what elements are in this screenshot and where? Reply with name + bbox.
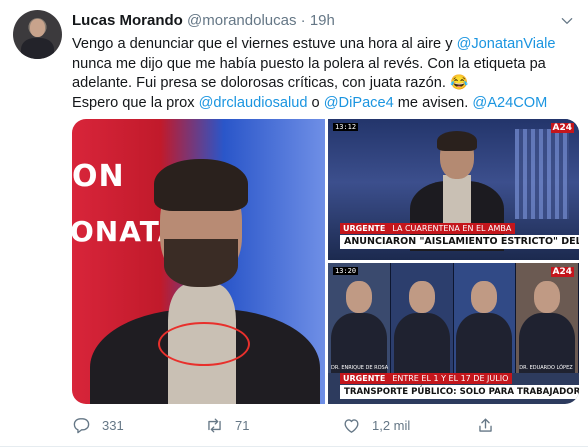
separator-dot: · (300, 12, 306, 29)
guest-head-shape (534, 281, 561, 313)
tweet-timestamp[interactable]: 19h (310, 12, 335, 29)
studio-panel (515, 129, 569, 219)
guest-torso-shape (330, 313, 387, 373)
split-screen-panels: DR. ENRIQUE DE ROSA DR. EDUARDO LÓPEZ (328, 263, 579, 373)
guest-head-shape (345, 281, 372, 313)
presenter-turtleneck-shape (443, 175, 471, 225)
presenter-figure (90, 159, 320, 404)
annotation-circle (158, 322, 250, 366)
guest-caption-right: DR. EDUARDO LÓPEZ (519, 365, 573, 371)
host-head-shape (408, 281, 435, 313)
like-icon (344, 418, 359, 433)
avatar-body-shape (21, 38, 54, 59)
guest-caption-left: DR. ENRIQUE DE ROSA (331, 365, 389, 371)
tweet-actions: 331 71 1,2 mil (72, 414, 542, 436)
reply-count: 331 (102, 417, 124, 433)
tweet-text-segment: Espero que la prox (72, 94, 199, 111)
like-button[interactable]: 1,2 mil (342, 414, 410, 436)
media-image-3[interactable]: DR. ENRIQUE DE ROSA DR. EDUARDO LÓPEZ 13… (328, 263, 579, 404)
panel-guest-right: DR. EDUARDO LÓPEZ (516, 263, 579, 373)
media-image-2[interactable]: 13:12 A24 URGENTE LA CUARENTENA EN EL AMB… (328, 119, 579, 260)
reply-button[interactable]: 331 (72, 414, 124, 436)
media-image-1[interactable]: ON ONATAN (72, 119, 325, 404)
tweet-text-segment: nunca me dijo que me había puesto la pol… (72, 55, 546, 72)
lower-third-headline: ANUNCIARON "AISLAMIENTO ESTRICTO" DEL 1 … (340, 235, 579, 249)
mention-link[interactable]: @JonatanViale (457, 36, 556, 52)
media-grid[interactable]: ON ONATAN 13:12 A24 URGENTE LA CUARENTEN… (72, 119, 579, 404)
broadcast-clock: 13:12 (333, 123, 359, 131)
retweet-count: 71 (235, 417, 250, 433)
reply-icon (73, 417, 90, 433)
lower-third-subtitle: LA CUARENTENA EN EL AMBA (388, 223, 516, 234)
guest-torso-shape (519, 313, 576, 373)
share-button[interactable] (476, 414, 495, 436)
author-handle[interactable]: @morandolucas (187, 12, 296, 29)
like-count: 1,2 mil (372, 417, 411, 433)
lower-third-headline: TRANSPORTE PÚBLICO: SOLO PARA TRABAJADOR… (340, 385, 579, 399)
mention-link[interactable]: @drclaudiosalud (199, 95, 308, 111)
panel-presenter (453, 263, 517, 373)
urgent-tag: URGENTE (340, 223, 389, 234)
tweet-text-line: Espero que la prox @drclaudiosalud o @Di… (72, 94, 577, 114)
presenter-hair-shape (154, 159, 248, 211)
retweet-button[interactable]: 71 (205, 414, 249, 436)
presenter-beard-shape (164, 239, 238, 287)
retweet-icon (208, 417, 221, 433)
host-torso-shape (393, 313, 450, 373)
tweet-text-segment: adelante. Fui presa se dolorosas crítica… (72, 75, 469, 91)
avatar[interactable] (13, 10, 62, 59)
tweet-text-segment: Vengo a denunciar que el viernes estuve … (72, 36, 457, 52)
urgent-tag: URGENTE (340, 373, 389, 384)
broadcast-clock: 13:20 (333, 267, 359, 275)
tweet-text-line: adelante. Fui presa se dolorosas crítica… (72, 74, 577, 94)
tweet-text-segment: me avisen. (393, 94, 473, 111)
panel-guest-left: DR. ENRIQUE DE ROSA (328, 263, 391, 373)
lower-third-top: URGENTE LA CUARENTENA EN EL AMBA (340, 223, 516, 234)
presenter-torso-shape (456, 313, 513, 373)
tweet-text-line: Vengo a denunciar que el viernes estuve … (72, 35, 577, 55)
tweet-text: Vengo a denunciar que el viernes estuve … (72, 35, 577, 113)
panel-host (390, 263, 454, 373)
tweet-text-segment: o (307, 94, 324, 111)
tweet-text-line: nunca me dijo que me había puesto la pol… (72, 55, 577, 75)
presenter-head-shape (471, 281, 498, 313)
lower-third-top: URGENTE ENTRE EL 1 Y EL 17 DE JULIO (340, 373, 513, 384)
mention-link[interactable]: @DiPace4 (324, 95, 394, 111)
mention-link[interactable]: @A24COM (472, 95, 547, 111)
tweet[interactable]: Lucas Morando @morandolucas · 19h Vengo … (0, 0, 588, 447)
chevron-down-icon[interactable] (560, 14, 574, 28)
author-name[interactable]: Lucas Morando (72, 12, 183, 29)
channel-logo: A24 (550, 123, 574, 133)
presenter-hair-shape (437, 131, 477, 151)
share-icon (479, 417, 492, 432)
avatar-face-shape (30, 19, 45, 37)
tweet-header: Lucas Morando @morandolucas · 19h (72, 12, 335, 30)
lower-third-subtitle: ENTRE EL 1 Y EL 17 DE JULIO (388, 373, 513, 384)
channel-logo: A24 (550, 267, 574, 277)
studio-sign-top: ON (72, 159, 125, 194)
